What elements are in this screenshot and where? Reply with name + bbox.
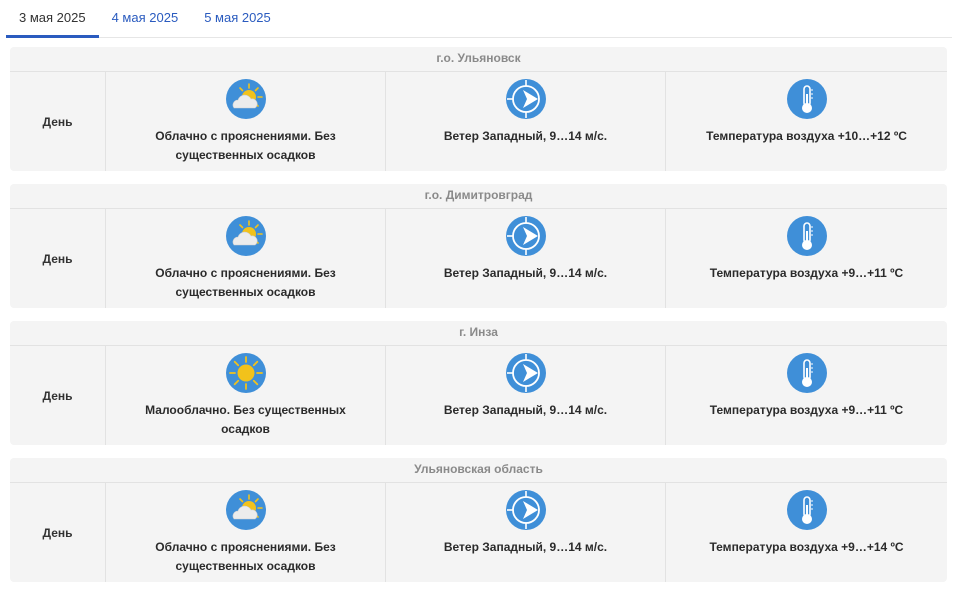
- wind-description: Ветер Западный, 9…14 м/с.: [443, 540, 608, 554]
- thermometer-icon: [786, 216, 827, 256]
- forecast-row: День Облачно с прояснениями. Без существ…: [10, 483, 947, 582]
- wind-letter: З: [519, 505, 526, 517]
- wind-west-icon: З: [505, 353, 546, 393]
- date-tabs: 3 мая 2025 4 мая 2025 5 мая 2025: [6, 0, 952, 38]
- wind-west-icon: З: [505, 216, 546, 256]
- period-label: День: [10, 209, 106, 308]
- weather-description: Облачно с прояснениями. Без существенных…: [155, 129, 336, 162]
- temperature-description: Температура воздуха +9…+11 ºС: [709, 266, 904, 280]
- wind-letter: З: [519, 368, 526, 380]
- forecast-list: г.о. Ульяновск День Облачно с прояснения…: [10, 47, 947, 595]
- wind-cell: З Ветер Западный, 9…14 м/с.: [386, 72, 666, 171]
- temperature-cell: Температура воздуха +9…+14 ºС: [666, 483, 947, 582]
- wind-letter: З: [519, 231, 526, 243]
- period-label: День: [10, 483, 106, 582]
- location-title: г.о. Ульяновск: [10, 47, 947, 72]
- wind-cell: З Ветер Западный, 9…14 м/с.: [386, 346, 666, 445]
- partly-cloudy-icon: [225, 490, 266, 530]
- weather-cell: Облачно с прояснениями. Без существенных…: [106, 209, 386, 308]
- temperature-description: Температура воздуха +9…+11 ºС: [709, 403, 904, 417]
- temperature-cell: Температура воздуха +9…+11 ºС: [666, 346, 947, 445]
- wind-west-icon: З: [505, 490, 546, 530]
- tab-may-5[interactable]: 5 мая 2025: [191, 0, 284, 38]
- weather-cell: Малооблачно. Без существенных осадков: [106, 346, 386, 445]
- weather-cell: Облачно с прояснениями. Без существенных…: [106, 72, 386, 171]
- weather-description: Облачно с прояснениями. Без существенных…: [155, 540, 336, 573]
- weather-cell: Облачно с прояснениями. Без существенных…: [106, 483, 386, 582]
- forecast-row: День Малооблачно. Без существенных осадк…: [10, 346, 947, 445]
- wind-cell: З Ветер Западный, 9…14 м/с.: [386, 209, 666, 308]
- forecast-row: День Облачно с прояснениями. Без существ…: [10, 209, 947, 308]
- period-label: День: [10, 72, 106, 171]
- wind-cell: З Ветер Западный, 9…14 м/с.: [386, 483, 666, 582]
- wind-letter: З: [519, 94, 526, 106]
- partly-cloudy-icon: [225, 216, 266, 256]
- sunny-icon: [225, 353, 266, 393]
- forecast-block-inza: г. Инза День Малооблачно. Без существенн…: [10, 321, 947, 445]
- location-title: г.о. Димитровград: [10, 184, 947, 209]
- thermometer-icon: [786, 353, 827, 393]
- wind-description: Ветер Западный, 9…14 м/с.: [443, 403, 608, 417]
- weather-description: Облачно с прояснениями. Без существенных…: [155, 266, 336, 299]
- forecast-block-dimitrovgrad: г.о. Димитровград День Облачно с проясне…: [10, 184, 947, 308]
- period-label: День: [10, 346, 106, 445]
- wind-west-icon: З: [505, 79, 546, 119]
- forecast-block-ulyanovsk: г.о. Ульяновск День Облачно с прояснения…: [10, 47, 947, 171]
- tab-may-3[interactable]: 3 мая 2025: [6, 0, 99, 38]
- forecast-block-ulyanovsk-region: Ульяновская область День Облачно с прояс…: [10, 458, 947, 582]
- temperature-cell: Температура воздуха +9…+11 ºС: [666, 209, 947, 308]
- temperature-cell: Температура воздуха +10…+12 ºС: [666, 72, 947, 171]
- temperature-description: Температура воздуха +10…+12 ºС: [706, 129, 907, 143]
- partly-cloudy-icon: [225, 79, 266, 119]
- location-title: г. Инза: [10, 321, 947, 346]
- forecast-row: День Облачно с прояснениями. Без существ…: [10, 72, 947, 171]
- weather-description: Малооблачно. Без существенных осадков: [145, 403, 346, 436]
- tab-may-4[interactable]: 4 мая 2025: [99, 0, 192, 38]
- temperature-description: Температура воздуха +9…+14 ºС: [709, 540, 904, 554]
- location-title: Ульяновская область: [10, 458, 947, 483]
- thermometer-icon: [786, 79, 827, 119]
- thermometer-icon: [786, 490, 827, 530]
- wind-description: Ветер Западный, 9…14 м/с.: [443, 129, 608, 143]
- wind-description: Ветер Западный, 9…14 м/с.: [443, 266, 608, 280]
